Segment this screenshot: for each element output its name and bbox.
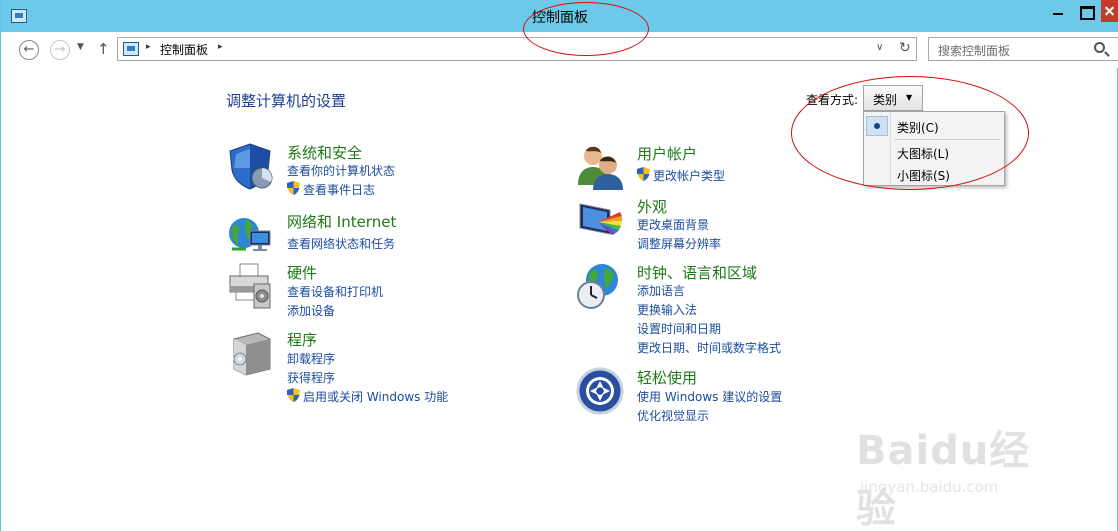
- breadcrumb-control-panel[interactable]: 控制面板: [160, 41, 208, 58]
- up-button[interactable]: ↑: [97, 40, 110, 58]
- uac-shield-icon: [637, 167, 650, 181]
- link-view-event-logs[interactable]: 查看事件日志: [303, 181, 375, 198]
- category-title[interactable]: 外观: [637, 196, 667, 217]
- page-title: 调整计算机的设置: [226, 92, 347, 110]
- view-by-value: 类别: [873, 93, 898, 107]
- link-windows-features[interactable]: 启用或关闭 Windows 功能: [303, 388, 448, 405]
- maximize-button[interactable]: [1071, 0, 1101, 22]
- ease-of-access-icon[interactable]: [576, 367, 624, 415]
- watermark-url: jingyan.baidu.com: [860, 478, 999, 496]
- view-by-label: 查看方式:: [806, 93, 859, 107]
- radio-selected-icon: [866, 116, 888, 136]
- menu-separator: [894, 139, 1000, 140]
- category-title[interactable]: 硬件: [287, 262, 317, 283]
- breadcrumb-chevron-icon[interactable]: ▸: [218, 42, 223, 52]
- control-panel-window: 控制面板 ← → ▼ ↑ ▸ 控制面板 ▸ ∨ ↻ 搜索控制面板 调整计算机的设…: [0, 0, 1118, 531]
- menu-item-label: 类别(C): [897, 121, 939, 135]
- chevron-down-icon: ▼: [906, 93, 913, 102]
- link-change-input-method[interactable]: 更换输入法: [637, 301, 697, 318]
- security-shield-icon[interactable]: [226, 142, 274, 190]
- minimize-button[interactable]: [1043, 0, 1073, 22]
- category-title[interactable]: 网络和 Internet: [287, 211, 396, 232]
- link-change-account-type[interactable]: 更改帐户类型: [653, 167, 725, 184]
- address-bar[interactable]: ▸ 控制面板 ▸ ∨ ↻: [117, 37, 917, 61]
- category-title[interactable]: 程序: [287, 329, 317, 350]
- menu-item-label: 小图标(S): [897, 169, 950, 183]
- link-view-computer-status[interactable]: 查看你的计算机状态: [287, 162, 395, 179]
- category-title[interactable]: 轻松使用: [637, 367, 697, 388]
- menu-item-category[interactable]: 类别(C): [864, 116, 1004, 136]
- link-windows-suggested-settings[interactable]: 使用 Windows 建议的设置: [637, 388, 782, 405]
- category-title[interactable]: 系统和安全: [287, 142, 362, 163]
- watermark-brand: Baidu经验: [856, 428, 1031, 531]
- control-panel-icon: [123, 42, 139, 56]
- link-change-date-format[interactable]: 更改日期、时间或数字格式: [637, 339, 781, 356]
- clock-globe-icon[interactable]: [576, 262, 624, 310]
- link-view-network-status[interactable]: 查看网络状态和任务: [287, 235, 395, 252]
- view-by-dropdown[interactable]: 类别 ▼: [863, 85, 923, 111]
- link-change-desktop-background[interactable]: 更改桌面背景: [637, 216, 709, 233]
- category-title[interactable]: 用户帐户: [637, 143, 697, 164]
- link-optimize-visual-display[interactable]: 优化视觉显示: [637, 407, 709, 424]
- search-input[interactable]: 搜索控制面板: [928, 37, 1118, 61]
- menu-item-small-icons[interactable]: 小图标(S): [864, 164, 1004, 184]
- search-placeholder: 搜索控制面板: [938, 44, 1011, 58]
- link-devices-printers[interactable]: 查看设备和打印机: [287, 283, 383, 300]
- uac-shield-icon: [287, 181, 300, 195]
- breadcrumb-chevron-icon[interactable]: ▸: [146, 42, 151, 52]
- link-get-programs[interactable]: 获得程序: [287, 369, 335, 386]
- printer-icon[interactable]: [226, 262, 274, 310]
- link-adjust-resolution[interactable]: 调整屏幕分辨率: [637, 235, 721, 252]
- link-uninstall-program[interactable]: 卸载程序: [287, 350, 335, 367]
- window-title: 控制面板: [532, 10, 588, 26]
- uac-shield-icon: [287, 388, 300, 402]
- forward-button[interactable]: →: [50, 40, 70, 60]
- link-add-language[interactable]: 添加语言: [637, 282, 685, 299]
- recent-locations-dropdown[interactable]: ▼: [77, 42, 84, 52]
- user-accounts-icon[interactable]: [576, 143, 624, 191]
- category-title[interactable]: 时钟、语言和区域: [637, 262, 757, 283]
- menu-item-label: 大图标(L): [897, 147, 950, 161]
- close-button[interactable]: [1101, 0, 1118, 22]
- title-bar[interactable]: 控制面板: [1, 0, 1118, 32]
- address-dropdown-icon[interactable]: ∨: [876, 42, 883, 53]
- link-set-time-date[interactable]: 设置时间和日期: [637, 320, 721, 337]
- appearance-monitor-icon[interactable]: [576, 196, 624, 244]
- link-add-device[interactable]: 添加设备: [287, 302, 335, 319]
- network-globe-icon[interactable]: [226, 211, 274, 259]
- programs-box-icon[interactable]: [226, 329, 274, 377]
- baidu-watermark-logo: Baidu经验 jingyan.baidu.com: [856, 418, 1066, 531]
- refresh-button[interactable]: ↻: [899, 40, 911, 56]
- navigation-bar: ← → ▼ ↑ ▸ 控制面板 ▸ ∨ ↻ 搜索控制面板: [1, 32, 1118, 68]
- search-icon[interactable]: [1094, 42, 1105, 53]
- menu-item-large-icons[interactable]: 大图标(L): [864, 142, 1004, 162]
- view-by-menu: 类别(C) 大图标(L) 小图标(S): [863, 111, 1005, 186]
- back-button[interactable]: ←: [19, 40, 39, 60]
